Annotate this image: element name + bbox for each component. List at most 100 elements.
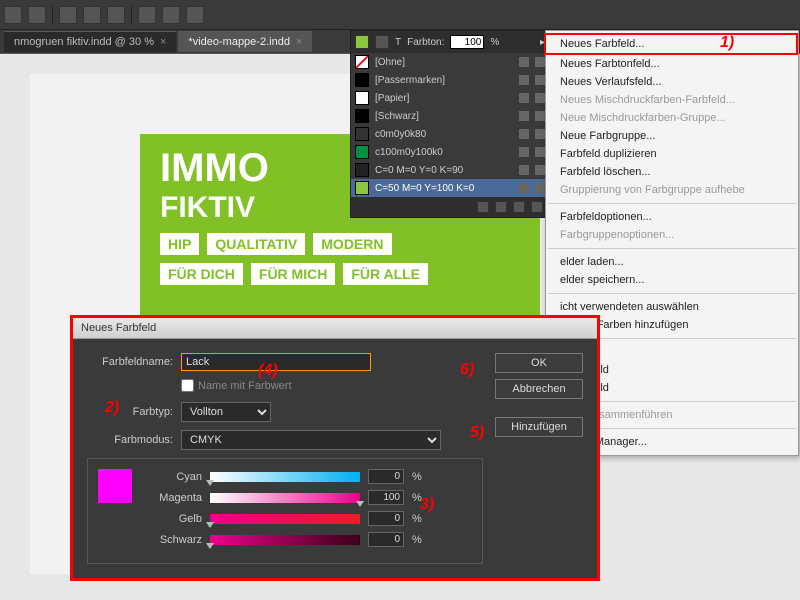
flyout-item[interactable]: Neues Verlaufsfeld... bbox=[546, 73, 798, 91]
flyout-item: Neue Mischdruckfarben-Gruppe... bbox=[546, 109, 798, 127]
flyout-item[interactable]: Farbfeldoptionen... bbox=[546, 208, 798, 226]
swatch-type-icon bbox=[519, 57, 529, 67]
swatch-type-icon bbox=[519, 111, 529, 121]
swatch-type-icon bbox=[519, 147, 529, 157]
swatch-mode-icon bbox=[535, 111, 545, 121]
flyout-item[interactable]: Neue Farbgruppe... bbox=[546, 127, 798, 145]
colormode-label: Farbmodus: bbox=[87, 434, 173, 446]
colormode-select[interactable]: CMYK bbox=[181, 430, 441, 450]
swatch-row[interactable]: [Passermarken] bbox=[351, 71, 549, 89]
swatch-type-icon bbox=[519, 93, 529, 103]
name-label: Farbfeldname: bbox=[87, 356, 173, 368]
new-swatch-icon[interactable] bbox=[495, 201, 507, 213]
swatch-type-icon bbox=[519, 129, 529, 139]
channel-value[interactable] bbox=[368, 532, 404, 547]
close-icon[interactable]: × bbox=[296, 36, 302, 48]
swatch-row[interactable]: [Schwarz] bbox=[351, 107, 549, 125]
flyout-item[interactable]: elder laden... bbox=[546, 253, 798, 271]
swatch-type-icon bbox=[519, 75, 529, 85]
swatch-mode-icon bbox=[535, 147, 545, 157]
swatch-mode-icon bbox=[535, 57, 545, 67]
trash-icon[interactable] bbox=[531, 201, 543, 213]
swatch-mode-icon bbox=[535, 75, 545, 85]
channel-label: Magenta bbox=[146, 492, 202, 504]
toolbar-icon[interactable] bbox=[107, 6, 125, 24]
flyout-item[interactable]: Neues Farbtonfeld... bbox=[546, 55, 798, 73]
swatch-name: [Ohne] bbox=[375, 57, 513, 68]
flyout-item: Gruppierung von Farbgruppe aufhebe bbox=[546, 181, 798, 199]
tint-label: Farbton: bbox=[407, 37, 444, 48]
cancel-button[interactable]: Abbrechen bbox=[495, 379, 583, 399]
name-with-value-label: Name mit Farbwert bbox=[198, 380, 292, 392]
ok-button[interactable]: OK bbox=[495, 353, 583, 373]
swatch-row[interactable]: c100m0y100k0 bbox=[351, 143, 549, 161]
swatch-chip bbox=[355, 163, 369, 177]
toolbar-icon[interactable] bbox=[59, 6, 77, 24]
swatches-footer bbox=[351, 197, 549, 217]
channel-label: Schwarz bbox=[146, 534, 202, 546]
swatch-type-icon bbox=[519, 165, 529, 175]
options-icon[interactable] bbox=[513, 201, 525, 213]
name-with-value-checkbox[interactable] bbox=[181, 379, 194, 392]
flyout-item[interactable]: Farbfeld duplizieren bbox=[546, 145, 798, 163]
toolbar-icon[interactable] bbox=[83, 6, 101, 24]
swatch-row[interactable]: C=50 M=0 Y=100 K=0 bbox=[351, 179, 549, 197]
design-tag: HIP bbox=[160, 233, 199, 255]
swatch-row[interactable]: C=0 M=0 Y=0 K=90 bbox=[351, 161, 549, 179]
swatch-chip bbox=[355, 91, 369, 105]
toolbar-icon[interactable] bbox=[186, 6, 204, 24]
top-toolbar bbox=[0, 0, 800, 30]
swatch-mode-icon bbox=[535, 93, 545, 103]
swatch-mode-icon bbox=[535, 129, 545, 139]
flyout-item[interactable]: Farbfeld löschen... bbox=[546, 163, 798, 181]
channel-label: Gelb bbox=[146, 513, 202, 525]
toolbar-icon[interactable] bbox=[138, 6, 156, 24]
swatch-chip bbox=[355, 127, 369, 141]
channel-value[interactable] bbox=[368, 469, 404, 484]
swatches-panel: T Farbton: % ▸ [Ohne] [Passermarken][Papi… bbox=[350, 30, 550, 218]
fill-swatch[interactable] bbox=[355, 35, 369, 49]
channel-value[interactable] bbox=[368, 511, 404, 526]
doc-tab-2[interactable]: *video-mappe-2.indd× bbox=[178, 31, 312, 52]
toolbar-icon[interactable] bbox=[28, 6, 46, 24]
doc-tab-1[interactable]: nmogruen fiktiv.indd @ 30 %× bbox=[4, 31, 176, 52]
swatch-name: c100m0y100k0 bbox=[375, 147, 513, 158]
channel-slider[interactable] bbox=[210, 514, 360, 524]
swatch-type-icon bbox=[519, 183, 529, 193]
colortype-select[interactable]: Vollton bbox=[181, 402, 271, 422]
swatch-chip bbox=[355, 109, 369, 123]
swatch-chip bbox=[355, 145, 369, 159]
flyout-item[interactable]: elder speichern... bbox=[546, 271, 798, 289]
swatch-name: [Schwarz] bbox=[375, 111, 513, 122]
channel-slider[interactable] bbox=[210, 472, 360, 482]
toolbar-icon[interactable] bbox=[162, 6, 180, 24]
swatch-name-input[interactable] bbox=[181, 353, 371, 371]
swatch-name: C=50 M=0 Y=100 K=0 bbox=[375, 183, 513, 194]
swatch-row[interactable]: [Papier] bbox=[351, 89, 549, 107]
channel-slider[interactable] bbox=[210, 535, 360, 545]
flyout-item[interactable]: Neues Farbfeld... bbox=[544, 33, 798, 55]
swatch-row[interactable]: c0m0y0k80 bbox=[351, 125, 549, 143]
add-button[interactable]: Hinzufügen bbox=[495, 417, 583, 437]
dialog-title: Neues Farbfeld bbox=[73, 318, 597, 339]
swatch-mode-icon bbox=[535, 183, 545, 193]
toolbar-icon[interactable] bbox=[4, 6, 22, 24]
swatch-name: c0m0y0k80 bbox=[375, 129, 513, 140]
tint-input[interactable] bbox=[450, 35, 484, 49]
design-tag: FÜR ALLE bbox=[343, 263, 428, 285]
swatch-row[interactable]: [Ohne] bbox=[351, 53, 549, 71]
channel-slider[interactable] bbox=[210, 493, 360, 503]
design-tag: MODERN bbox=[313, 233, 391, 255]
swatch-chip bbox=[355, 181, 369, 195]
stroke-swatch[interactable] bbox=[375, 35, 389, 49]
channel-value[interactable] bbox=[368, 490, 404, 505]
swatch-mode-icon bbox=[535, 165, 545, 175]
swatch-chip bbox=[355, 55, 369, 69]
swatch-name: C=0 M=0 Y=0 K=90 bbox=[375, 165, 513, 176]
flyout-item: Farbgruppenoptionen... bbox=[546, 226, 798, 244]
new-group-icon[interactable] bbox=[477, 201, 489, 213]
swatches-header: T Farbton: % ▸ bbox=[351, 31, 549, 53]
close-icon[interactable]: × bbox=[160, 36, 166, 48]
flyout-item[interactable]: icht verwendeten auswählen bbox=[546, 298, 798, 316]
colortype-label: Farbtyp: bbox=[87, 406, 173, 418]
